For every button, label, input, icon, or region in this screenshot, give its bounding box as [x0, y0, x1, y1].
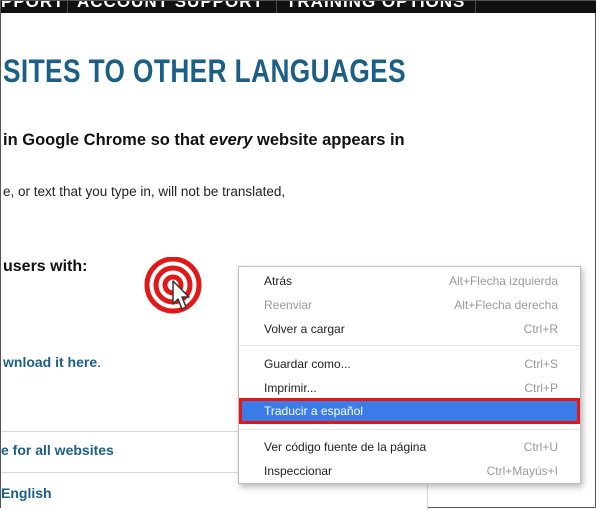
- menu-separator: [239, 345, 580, 346]
- lead-text-pre: in Google Chrome so that: [3, 131, 210, 149]
- option-all-websites[interactable]: e for all websites: [1, 442, 114, 458]
- nav-item-support[interactable]: PPORT: [1, 1, 65, 12]
- menu-separator: [239, 429, 580, 430]
- nav-separator: [67, 1, 68, 13]
- menu-item-view-source[interactable]: Ver código fuente de la página Ctrl+U: [239, 435, 580, 459]
- nav-item-training-options[interactable]: TRAINING OPTIONS: [286, 1, 465, 12]
- nav-item-account-support[interactable]: ACCOUNT SUPPORT: [77, 1, 264, 12]
- lead-text-emphasis: every: [209, 131, 253, 149]
- nav-separator: [475, 1, 476, 13]
- download-tail: .: [97, 354, 102, 370]
- users-heading: users with:: [3, 258, 88, 275]
- option-english[interactable]: English: [1, 485, 52, 501]
- download-link[interactable]: wnload it here: [3, 354, 97, 370]
- context-menu: Atrás Alt+Flecha izquierda Reenviar Alt+…: [238, 266, 581, 484]
- cursor-click-indicator-icon: [144, 257, 202, 314]
- menu-item-reload[interactable]: Volver a cargar Ctrl+R: [239, 317, 580, 341]
- lead-paragraph: in Google Chrome so that every website a…: [3, 131, 405, 150]
- top-navigation-bar: PPORT ACCOUNT SUPPORT TRAINING OPTIONS: [1, 1, 596, 13]
- menu-item-save-as[interactable]: Guardar como... Ctrl+S: [239, 352, 580, 376]
- menu-item-back[interactable]: Atrás Alt+Flecha izquierda: [239, 269, 580, 293]
- nav-separator: [276, 1, 277, 13]
- menu-item-print[interactable]: Imprimir... Ctrl+P: [239, 376, 580, 400]
- page-title: SITES TO OTHER LANGUAGES: [3, 53, 406, 89]
- lead-text-post: website appears in: [252, 131, 405, 149]
- download-line: wnload it here.: [3, 354, 101, 370]
- note-text: e, or text that you type in, will not be…: [3, 184, 286, 199]
- menu-item-inspect[interactable]: Inspeccionar Ctrl+Mayús+I: [239, 459, 580, 483]
- menu-item-forward[interactable]: Reenviar Alt+Flecha derecha: [239, 293, 580, 317]
- menu-item-translate[interactable]: Traducir a español: [239, 398, 580, 424]
